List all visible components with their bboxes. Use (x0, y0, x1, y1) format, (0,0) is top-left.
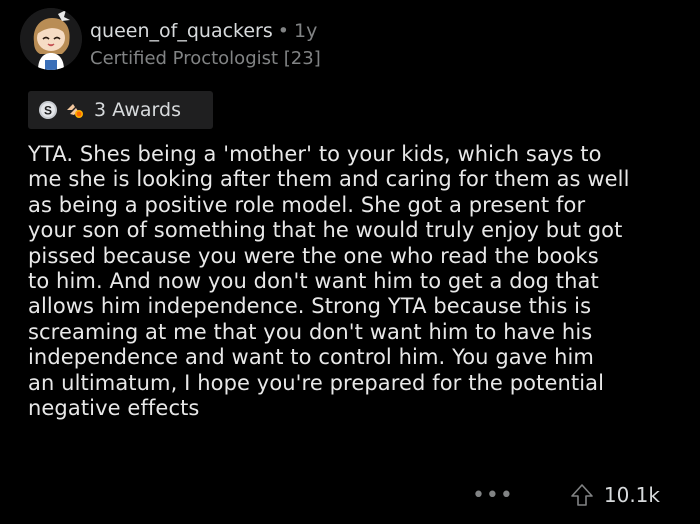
avatar-icon[interactable] (20, 8, 82, 70)
username-line: queen_of_quackers • 1y (90, 20, 317, 42)
awards-count-label: 3 Awards (94, 99, 181, 121)
silver-award-icon: S (38, 100, 58, 120)
comment-actions: ••• 10.1k (472, 480, 660, 510)
svg-text:S: S (44, 104, 52, 118)
upvote-arrow-icon[interactable] (570, 483, 594, 507)
comment-age: 1y (293, 20, 318, 42)
awards-badge[interactable]: S 3 Awards (28, 91, 213, 129)
author-username[interactable]: queen_of_quackers (90, 20, 273, 42)
meta-separator: • (277, 20, 289, 42)
wholesome-award-icon (64, 100, 84, 120)
vote-score: 10.1k (603, 483, 660, 507)
comment-header: queen_of_quackers • 1y Certified Proctolog… (20, 8, 680, 78)
user-flair: Certified Proctologist [23] (90, 48, 321, 69)
comment-body: YTA. Shes being a 'mother' to your kids,… (28, 142, 630, 421)
more-options-button[interactable]: ••• (472, 483, 514, 508)
